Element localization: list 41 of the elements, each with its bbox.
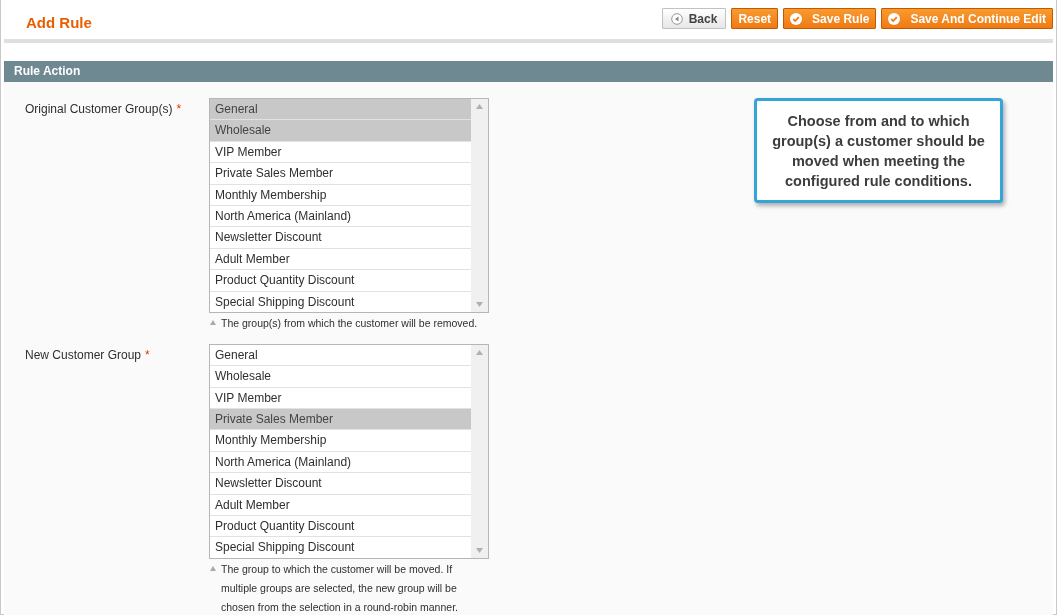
required-mark: *	[176, 102, 182, 116]
field-note: The group(s) from which the customer will be removed.	[221, 315, 478, 331]
list-option[interactable]: Special Shipping Discount	[210, 291, 471, 312]
list-option[interactable]: Monthly Membership	[210, 184, 471, 206]
multi-select-list[interactable]: General Wholesale VIP Member Private Sales Member Monthly Membership North America (Mainland) Newsletter Discount Adult Member Product Quantity Discount Special Shipping Discount	[209, 343, 489, 559]
up-triangle-icon	[210, 319, 216, 325]
list-option[interactable]: VIP Member	[210, 141, 471, 164]
list-option[interactable]: Newsletter Discount	[210, 473, 471, 495]
list-option[interactable]: North America (Mainland)	[210, 205, 471, 228]
list-option[interactable]: Wholesale	[210, 366, 471, 388]
list-option[interactable]: Adult Member	[210, 494, 471, 517]
field-label: Original Customer Group(s)	[25, 102, 173, 116]
field-note: The group to which the customer will be moved. If multiple groups are selected, the new group will be chosen from the selection in a round-robin manner.	[221, 561, 459, 615]
scrollbar[interactable]	[471, 99, 488, 312]
list-option[interactable]: General	[210, 344, 471, 367]
field-label: New Customer Group	[25, 347, 142, 362]
up-triangle-icon	[210, 565, 216, 571]
check-icon	[790, 12, 803, 25]
list-option[interactable]: Private Sales Member	[210, 163, 471, 185]
list-option[interactable]: Product Quantity Discount	[210, 270, 471, 292]
list-option[interactable]: General	[210, 99, 471, 121]
check-icon	[888, 12, 901, 25]
list-option[interactable]: Special Shipping Discount	[210, 537, 471, 558]
list-option[interactable]: Wholesale	[210, 120, 471, 142]
scroll-down-icon[interactable]	[476, 301, 483, 307]
scroll-up-icon[interactable]	[476, 349, 483, 355]
multi-select-list[interactable]: General Wholesale VIP Member Private Sales Member Monthly Membership North America (Mainland) Newsletter Discount Adult Member Product Quantity Discount Special Shipping Discount	[209, 98, 489, 313]
back-button[interactable]: Back	[661, 8, 727, 29]
list-option[interactable]: Product Quantity Discount	[210, 516, 471, 538]
list-option[interactable]: Monthly Membership	[210, 430, 471, 452]
page-title: Add Rule	[26, 13, 92, 31]
list-option[interactable]: Newsletter Discount	[210, 227, 471, 249]
callout-note: Choose from and to which group(s) a customer should be moved when meeting the configured rule conditions.	[754, 98, 1003, 203]
scroll-down-icon[interactable]	[476, 547, 483, 553]
section-header: Rule Action	[4, 61, 1053, 82]
list-option[interactable]: Private Sales Member	[210, 409, 471, 431]
scroll-up-icon[interactable]	[476, 104, 483, 109]
list-option[interactable]: North America (Mainland)	[210, 451, 471, 474]
list-option[interactable]: Adult Member	[210, 248, 471, 271]
scrollbar[interactable]	[471, 344, 488, 558]
required-mark: *	[145, 347, 150, 362]
